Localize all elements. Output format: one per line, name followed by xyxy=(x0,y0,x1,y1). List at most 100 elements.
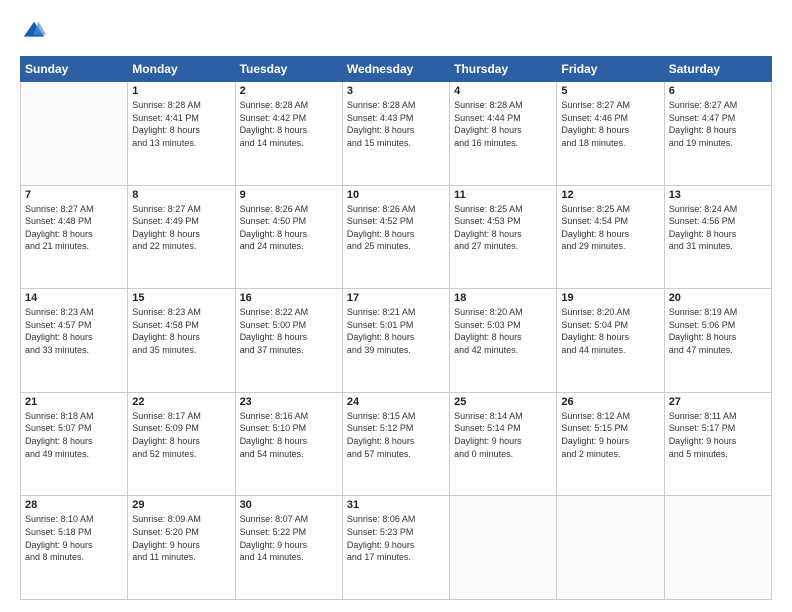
day-number: 27 xyxy=(669,396,767,408)
day-number: 22 xyxy=(132,396,230,408)
day-number: 9 xyxy=(240,189,338,201)
calendar-cell: 7 Sunrise: 8:27 AM Sunset: 4:48 PM Daylig… xyxy=(21,185,128,289)
calendar-cell xyxy=(664,496,771,600)
calendar-cell: 14 Sunrise: 8:23 AM Sunset: 4:57 PM Dayli… xyxy=(21,289,128,393)
logo-icon xyxy=(20,18,48,46)
day-number: 12 xyxy=(561,189,659,201)
day-number: 23 xyxy=(240,396,338,408)
calendar-cell: 27 Sunrise: 8:11 AM Sunset: 5:17 PM Dayli… xyxy=(664,392,771,496)
calendar-cell: 16 Sunrise: 8:22 AM Sunset: 5:00 PM Dayli… xyxy=(235,289,342,393)
calendar-cell: 3Sunrise: 8:28 AM Sunset: 4:43 PM Daylig… xyxy=(342,82,449,186)
day-info: Sunrise: 8:25 AM Sunset: 4:54 PM Dayligh… xyxy=(561,203,659,253)
calendar-cell: 20 Sunrise: 8:19 AM Sunset: 5:06 PM Dayli… xyxy=(664,289,771,393)
day-number: 21 xyxy=(25,396,123,408)
day-info: Sunrise: 8:20 AM Sunset: 5:04 PM Dayligh… xyxy=(561,306,659,356)
day-info: Sunrise: 8:20 AM Sunset: 5:03 PM Dayligh… xyxy=(454,306,552,356)
day-info: Sunrise: 8:11 AM Sunset: 5:17 PM Dayligh… xyxy=(669,410,767,460)
day-info: Sunrise: 8:23 AM Sunset: 4:57 PM Dayligh… xyxy=(25,306,123,356)
day-number: 7 xyxy=(25,189,123,201)
day-number: 1 xyxy=(132,85,230,97)
calendar-cell: 30 Sunrise: 8:07 AM Sunset: 5:22 PM Dayli… xyxy=(235,496,342,600)
logo xyxy=(20,18,52,46)
day-info: Sunrise: 8:28 AM Sunset: 4:44 PM Dayligh… xyxy=(454,99,552,149)
weekday-header-thursday: Thursday xyxy=(450,57,557,82)
page: SundayMondayTuesdayWednesdayThursdayFrid… xyxy=(0,0,792,612)
calendar-cell: 2Sunrise: 8:28 AM Sunset: 4:42 PM Daylig… xyxy=(235,82,342,186)
day-number: 31 xyxy=(347,499,445,511)
day-info: Sunrise: 8:07 AM Sunset: 5:22 PM Dayligh… xyxy=(240,513,338,563)
calendar-cell: 1 Sunrise: 8:28 AM Sunset: 4:41 PM Daylig… xyxy=(128,82,235,186)
day-info: Sunrise: 8:23 AM Sunset: 4:58 PM Dayligh… xyxy=(132,306,230,356)
header xyxy=(20,18,772,46)
weekday-header-row: SundayMondayTuesdayWednesdayThursdayFrid… xyxy=(21,57,772,82)
day-number: 10 xyxy=(347,189,445,201)
weekday-header-monday: Monday xyxy=(128,57,235,82)
weekday-header-saturday: Saturday xyxy=(664,57,771,82)
calendar-cell: 11 Sunrise: 8:25 AM Sunset: 4:53 PM Dayli… xyxy=(450,185,557,289)
day-info: Sunrise: 8:22 AM Sunset: 5:00 PM Dayligh… xyxy=(240,306,338,356)
day-number: 11 xyxy=(454,189,552,201)
day-info: Sunrise: 8:10 AM Sunset: 5:18 PM Dayligh… xyxy=(25,513,123,563)
day-info: Sunrise: 8:26 AM Sunset: 4:50 PM Dayligh… xyxy=(240,203,338,253)
day-info: Sunrise: 8:28 AM Sunset: 4:43 PM Dayligh… xyxy=(347,99,445,149)
calendar-cell: 12 Sunrise: 8:25 AM Sunset: 4:54 PM Dayli… xyxy=(557,185,664,289)
day-info: Sunrise: 8:25 AM Sunset: 4:53 PM Dayligh… xyxy=(454,203,552,253)
calendar-cell: 31Sunrise: 8:06 AM Sunset: 5:23 PM Dayli… xyxy=(342,496,449,600)
calendar-cell: 24Sunrise: 8:15 AM Sunset: 5:12 PM Dayli… xyxy=(342,392,449,496)
calendar-cell: 18 Sunrise: 8:20 AM Sunset: 5:03 PM Dayli… xyxy=(450,289,557,393)
week-row-0: 1 Sunrise: 8:28 AM Sunset: 4:41 PM Daylig… xyxy=(21,82,772,186)
weekday-header-tuesday: Tuesday xyxy=(235,57,342,82)
day-number: 18 xyxy=(454,292,552,304)
calendar-cell: 28 Sunrise: 8:10 AM Sunset: 5:18 PM Dayli… xyxy=(21,496,128,600)
day-number: 30 xyxy=(240,499,338,511)
calendar-cell: 8Sunrise: 8:27 AM Sunset: 4:49 PM Daylig… xyxy=(128,185,235,289)
calendar-cell xyxy=(21,82,128,186)
weekday-header-sunday: Sunday xyxy=(21,57,128,82)
day-info: Sunrise: 8:28 AM Sunset: 4:41 PM Dayligh… xyxy=(132,99,230,149)
day-info: Sunrise: 8:27 AM Sunset: 4:47 PM Dayligh… xyxy=(669,99,767,149)
calendar-cell: 10Sunrise: 8:26 AM Sunset: 4:52 PM Dayli… xyxy=(342,185,449,289)
day-info: Sunrise: 8:09 AM Sunset: 5:20 PM Dayligh… xyxy=(132,513,230,563)
day-info: Sunrise: 8:27 AM Sunset: 4:48 PM Dayligh… xyxy=(25,203,123,253)
calendar-cell: 15 Sunrise: 8:23 AM Sunset: 4:58 PM Dayli… xyxy=(128,289,235,393)
day-number: 29 xyxy=(132,499,230,511)
calendar-cell: 19 Sunrise: 8:20 AM Sunset: 5:04 PM Dayli… xyxy=(557,289,664,393)
day-number: 2 xyxy=(240,85,338,97)
day-info: Sunrise: 8:16 AM Sunset: 5:10 PM Dayligh… xyxy=(240,410,338,460)
calendar-cell: 17 Sunrise: 8:21 AM Sunset: 5:01 PM Dayli… xyxy=(342,289,449,393)
calendar-cell: 13Sunrise: 8:24 AM Sunset: 4:56 PM Dayli… xyxy=(664,185,771,289)
calendar-cell xyxy=(557,496,664,600)
day-info: Sunrise: 8:12 AM Sunset: 5:15 PM Dayligh… xyxy=(561,410,659,460)
day-number: 20 xyxy=(669,292,767,304)
day-number: 5 xyxy=(561,85,659,97)
day-info: Sunrise: 8:19 AM Sunset: 5:06 PM Dayligh… xyxy=(669,306,767,356)
week-row-1: 7 Sunrise: 8:27 AM Sunset: 4:48 PM Daylig… xyxy=(21,185,772,289)
day-number: 14 xyxy=(25,292,123,304)
day-info: Sunrise: 8:15 AM Sunset: 5:12 PM Dayligh… xyxy=(347,410,445,460)
day-info: Sunrise: 8:21 AM Sunset: 5:01 PM Dayligh… xyxy=(347,306,445,356)
calendar-cell: 23 Sunrise: 8:16 AM Sunset: 5:10 PM Dayli… xyxy=(235,392,342,496)
day-info: Sunrise: 8:14 AM Sunset: 5:14 PM Dayligh… xyxy=(454,410,552,460)
week-row-3: 21 Sunrise: 8:18 AM Sunset: 5:07 PM Dayli… xyxy=(21,392,772,496)
day-number: 16 xyxy=(240,292,338,304)
day-number: 4 xyxy=(454,85,552,97)
day-number: 26 xyxy=(561,396,659,408)
weekday-header-friday: Friday xyxy=(557,57,664,82)
day-number: 8 xyxy=(132,189,230,201)
day-number: 17 xyxy=(347,292,445,304)
calendar-cell: 25 Sunrise: 8:14 AM Sunset: 5:14 PM Dayli… xyxy=(450,392,557,496)
calendar-table: SundayMondayTuesdayWednesdayThursdayFrid… xyxy=(20,56,772,600)
weekday-header-wednesday: Wednesday xyxy=(342,57,449,82)
calendar-cell xyxy=(450,496,557,600)
week-row-4: 28 Sunrise: 8:10 AM Sunset: 5:18 PM Dayli… xyxy=(21,496,772,600)
calendar-cell: 9 Sunrise: 8:26 AM Sunset: 4:50 PM Daylig… xyxy=(235,185,342,289)
calendar-cell: 29 Sunrise: 8:09 AM Sunset: 5:20 PM Dayli… xyxy=(128,496,235,600)
day-info: Sunrise: 8:27 AM Sunset: 4:46 PM Dayligh… xyxy=(561,99,659,149)
day-number: 28 xyxy=(25,499,123,511)
day-info: Sunrise: 8:17 AM Sunset: 5:09 PM Dayligh… xyxy=(132,410,230,460)
day-info: Sunrise: 8:24 AM Sunset: 4:56 PM Dayligh… xyxy=(669,203,767,253)
day-info: Sunrise: 8:18 AM Sunset: 5:07 PM Dayligh… xyxy=(25,410,123,460)
day-number: 19 xyxy=(561,292,659,304)
day-number: 15 xyxy=(132,292,230,304)
day-number: 25 xyxy=(454,396,552,408)
